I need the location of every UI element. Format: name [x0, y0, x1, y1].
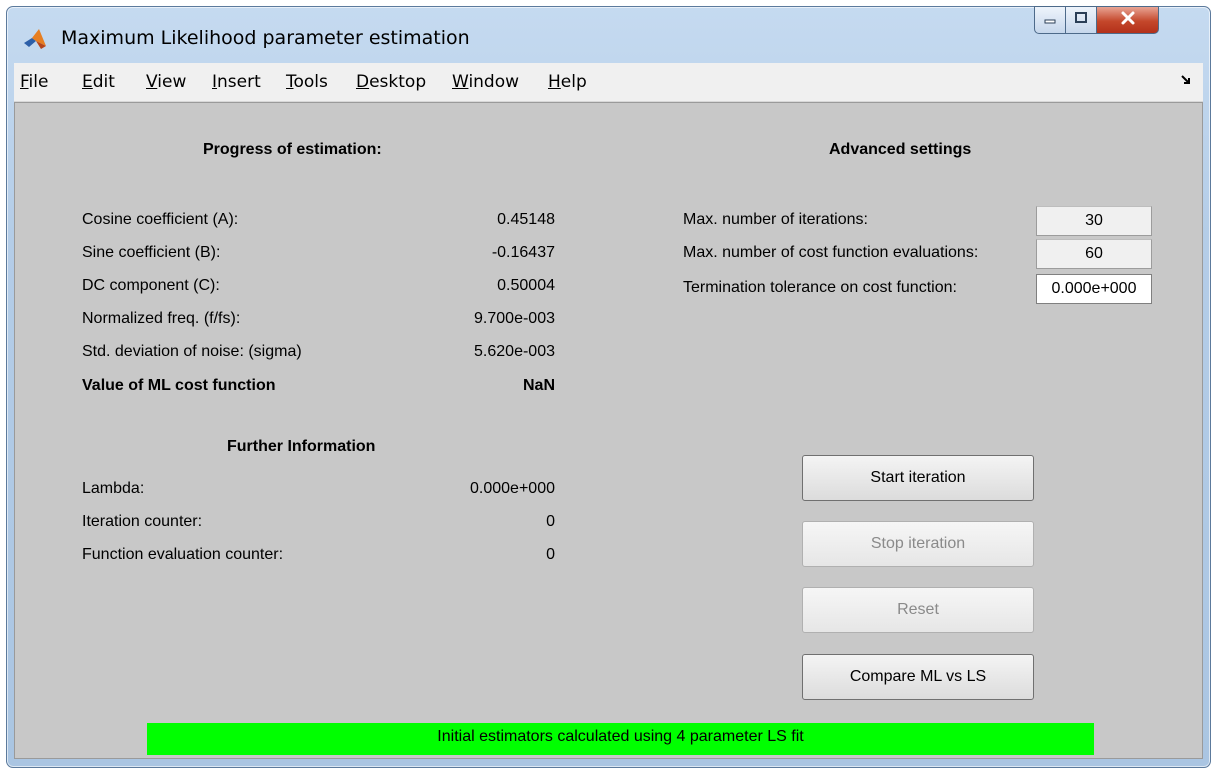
title-bar[interactable]: Maximum Likelihood parameter estimation [7, 6, 1210, 63]
sine-label: Sine coefficient (B): [82, 244, 221, 261]
status-bar: Initial estimators calculated using 4 pa… [147, 723, 1094, 755]
cost-label: Value of ML cost function [82, 377, 276, 394]
sigma-value: 5.620e-003 [474, 343, 555, 360]
iteration-counter-value: 0 [546, 513, 555, 530]
menu-tools[interactable]: Tools [286, 72, 328, 92]
dock-arrow-icon[interactable] [1181, 74, 1191, 88]
maximize-icon [1074, 11, 1088, 30]
menu-bar: File Edit View Insert Tools Desktop Wind… [14, 63, 1203, 102]
cosine-value: 0.45148 [497, 211, 555, 228]
max-evaluations-input[interactable]: 60 [1036, 239, 1152, 269]
cosine-label: Cosine coefficient (A): [82, 211, 239, 228]
menu-view[interactable]: View [146, 72, 186, 92]
sigma-label: Std. deviation of noise: (sigma) [82, 343, 302, 360]
window-title: Maximum Likelihood parameter estimation [61, 27, 470, 49]
reset-button[interactable]: Reset [802, 587, 1034, 633]
figure-window: Maximum Likelihood parameter estimation … [6, 6, 1211, 768]
dc-label: DC component (C): [82, 277, 220, 294]
cost-value: NaN [522, 377, 555, 394]
lambda-value: 0.000e+000 [470, 480, 555, 497]
maximize-button[interactable] [1065, 6, 1097, 34]
minimize-button[interactable] [1034, 6, 1066, 34]
menu-desktop[interactable]: Desktop [356, 72, 426, 92]
max-evaluations-label: Max. number of cost function evaluations… [683, 244, 979, 261]
lambda-label: Lambda: [82, 480, 145, 497]
menu-edit[interactable]: Edit [82, 72, 115, 92]
start-iteration-button[interactable]: Start iteration [802, 455, 1034, 501]
menu-insert[interactable]: Insert [212, 72, 261, 92]
tolerance-input[interactable]: 0.000e+000 [1036, 274, 1152, 304]
max-iterations-label: Max. number of iterations: [683, 211, 868, 228]
stop-iteration-button[interactable]: Stop iteration [802, 521, 1034, 567]
further-heading: Further Information [227, 438, 376, 455]
close-icon [1120, 10, 1136, 31]
figure-panel: Progress of estimation: Cosine coefficie… [14, 102, 1203, 759]
menu-help[interactable]: Help [548, 72, 587, 92]
function-eval-counter-label: Function evaluation counter: [82, 546, 284, 563]
dc-value: 0.50004 [497, 277, 555, 294]
freq-value: 9.700e-003 [474, 310, 555, 327]
progress-heading: Progress of estimation: [203, 141, 382, 158]
minimize-icon [1043, 11, 1057, 30]
freq-label: Normalized freq. (f/fs): [82, 310, 241, 327]
tolerance-label: Termination tolerance on cost function: [683, 279, 957, 296]
matlab-membrane-icon [23, 27, 47, 51]
menu-window[interactable]: Window [452, 72, 519, 92]
iteration-counter-label: Iteration counter: [82, 513, 203, 530]
advanced-heading: Advanced settings [829, 141, 972, 158]
menu-file[interactable]: File [20, 72, 48, 92]
function-eval-counter-value: 0 [546, 546, 555, 563]
sine-value: -0.16437 [491, 244, 555, 261]
compare-ml-ls-button[interactable]: Compare ML vs LS [802, 654, 1034, 700]
max-iterations-input[interactable]: 30 [1036, 206, 1152, 236]
close-button[interactable] [1096, 6, 1159, 34]
